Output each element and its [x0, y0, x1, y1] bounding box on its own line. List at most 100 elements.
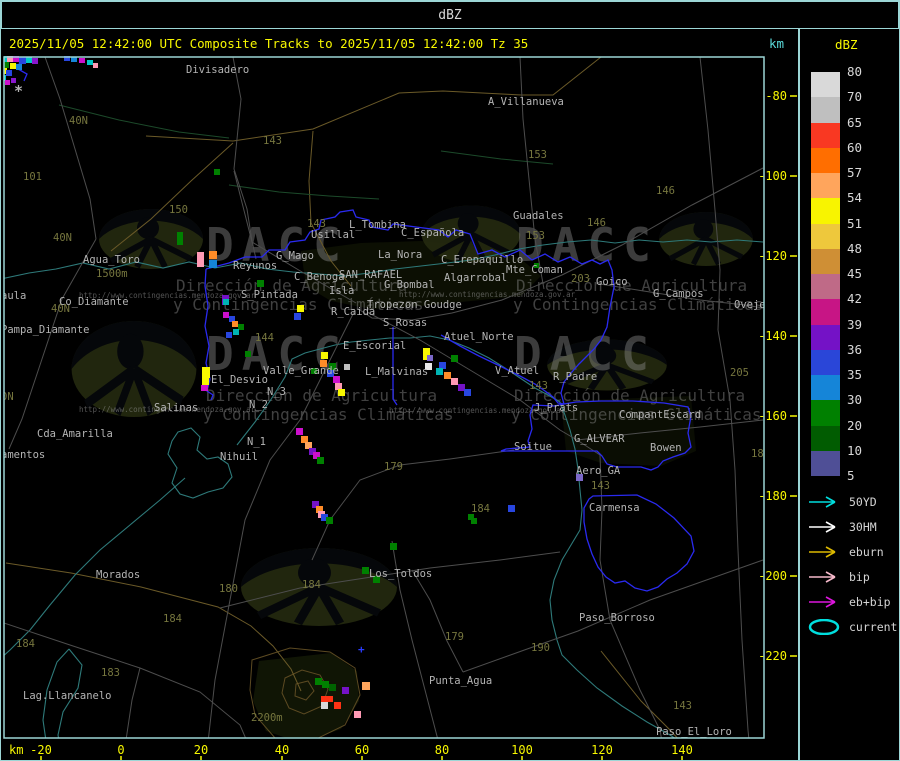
storm-cell	[344, 364, 350, 370]
storm-cell	[471, 518, 477, 524]
scale-swatch-42	[811, 299, 840, 324]
storm-cell	[257, 280, 264, 287]
right-axis: -80	[765, 89, 787, 103]
stream-lines	[229, 185, 379, 199]
oasis-shading	[253, 653, 359, 743]
road-number-label: 143	[529, 380, 548, 392]
scale-tick-label: 30	[847, 393, 862, 407]
storm-cell	[354, 711, 361, 718]
road-number-label: 40N	[53, 232, 72, 244]
storm-cell	[362, 682, 370, 690]
scale-swatch-60	[811, 148, 840, 173]
legend-arrow-icon	[807, 569, 843, 585]
legend-arrow-icon	[807, 594, 843, 610]
map-label-l-tombina: L_Tombina	[349, 219, 406, 231]
map-label-nihuil: Nihuil	[220, 451, 258, 463]
road-number-label: 153	[526, 230, 545, 242]
road-number-label: 146	[587, 217, 606, 229]
legend-arrow-icon	[807, 544, 843, 560]
map-label-aula: aula	[1, 290, 26, 302]
scale-tick-label: 57	[847, 166, 862, 180]
scale-swatch-39	[811, 325, 840, 350]
scale-swatch-57	[811, 173, 840, 198]
storm-cell	[93, 63, 98, 68]
storm-cell	[301, 436, 308, 443]
watermark-text: Dirección de Agricultura	[206, 386, 437, 405]
scale-tick-label: 54	[847, 191, 862, 205]
right-axis: -100	[758, 169, 787, 183]
storm-cell	[202, 378, 209, 385]
scale-tick-label: 45	[847, 267, 862, 281]
map-label-r-padre: R_Padre	[553, 371, 597, 383]
legend-item-bip: bip	[807, 566, 870, 588]
storm-cell	[223, 299, 229, 305]
road-number-label: 184	[471, 503, 490, 515]
legend-item-label: current	[849, 620, 897, 634]
map-label-g-mago: G_Mago	[276, 250, 314, 262]
map-label-agua-toro: Agua_Toro	[83, 254, 140, 266]
bottom-axis: 100	[511, 743, 533, 757]
map-label-pampa-diamante: Pampa_Diamante	[1, 324, 90, 336]
map-label-atuel-norte: Atuel_Norte	[444, 331, 514, 343]
storm-cell	[436, 368, 443, 375]
storm-cell	[19, 57, 26, 64]
storm-cell	[458, 384, 465, 391]
road-number-label: 143	[673, 700, 692, 712]
map-canvas[interactable]: DACCDACCDACCDACCDirección de Agricultura…	[1, 1, 798, 761]
road-number-label: 40N	[69, 115, 88, 127]
storm-cell	[209, 260, 217, 268]
road-number-label: 1500m	[96, 268, 128, 280]
map-label-salinas: Salinas	[154, 402, 198, 414]
right-axis: -220	[758, 649, 787, 663]
map-label-paso-el-loro: Paso_El_Loro	[656, 726, 732, 738]
storm-cell	[326, 517, 333, 524]
radar-app-window: dBZ 2025/11/05 12:42:00 UTC Composite Tr…	[0, 0, 900, 761]
legend-item-label: 30HM	[849, 520, 877, 534]
storm-cell	[439, 362, 446, 369]
right-axis: -120	[758, 249, 787, 263]
storm-cell	[444, 372, 451, 379]
scale-swatch-54	[811, 198, 840, 223]
storm-cell	[209, 251, 217, 259]
road-number-label: 183	[101, 667, 120, 679]
road-lines	[45, 57, 96, 239]
scale-swatch-65	[811, 123, 840, 148]
storm-cell	[321, 696, 328, 703]
bottom-axis: 60	[355, 743, 369, 757]
map-label-isla: Isla	[329, 285, 354, 297]
map-label-reyunos: Reyunos	[233, 260, 277, 272]
legend-item-50YD: 50YD	[807, 491, 877, 513]
storm-cell	[201, 385, 208, 391]
map-label-oveje: Oveje	[734, 299, 766, 311]
scale-tick-label: 65	[847, 116, 862, 130]
map-label-co-diamante: Co_Diamante	[59, 296, 129, 308]
map-label-bowen: Bowen	[650, 442, 682, 454]
road-number-label: 205	[730, 367, 749, 379]
storm-cell	[10, 63, 16, 69]
storm-cell	[197, 252, 204, 267]
bottom-axis: 20	[194, 743, 208, 757]
storm-cell	[362, 567, 369, 574]
road-number-label: 144	[255, 332, 274, 344]
storm-cell	[427, 355, 433, 361]
scale-swatch-70	[811, 97, 840, 122]
dbz-panel: dBZ 807065605754514845423936353020105 50…	[801, 29, 900, 761]
storm-cell	[223, 312, 229, 318]
map-label-la-nora: La_Nora	[378, 249, 422, 261]
road-number-label: 179	[384, 461, 403, 473]
map-label-n-1: N_1	[247, 436, 266, 448]
bottom-axis: km	[9, 743, 23, 757]
legend-item-label: eb+bip	[849, 595, 891, 609]
road-number-label: 153	[528, 149, 547, 161]
road-number-label: 2200m	[251, 712, 283, 724]
storm-cell	[464, 389, 471, 396]
storm-cell	[508, 505, 515, 512]
road-number-label: 146	[656, 185, 675, 197]
map-label-compantescard: CompantEscard	[619, 409, 701, 421]
storm-cell	[16, 64, 22, 70]
panel-divider	[798, 29, 800, 761]
map-label-goico: Goico	[596, 276, 628, 288]
storm-cell	[232, 321, 238, 327]
map-label-guadales: Guadales	[513, 210, 564, 222]
legend-item-label: bip	[849, 570, 870, 584]
